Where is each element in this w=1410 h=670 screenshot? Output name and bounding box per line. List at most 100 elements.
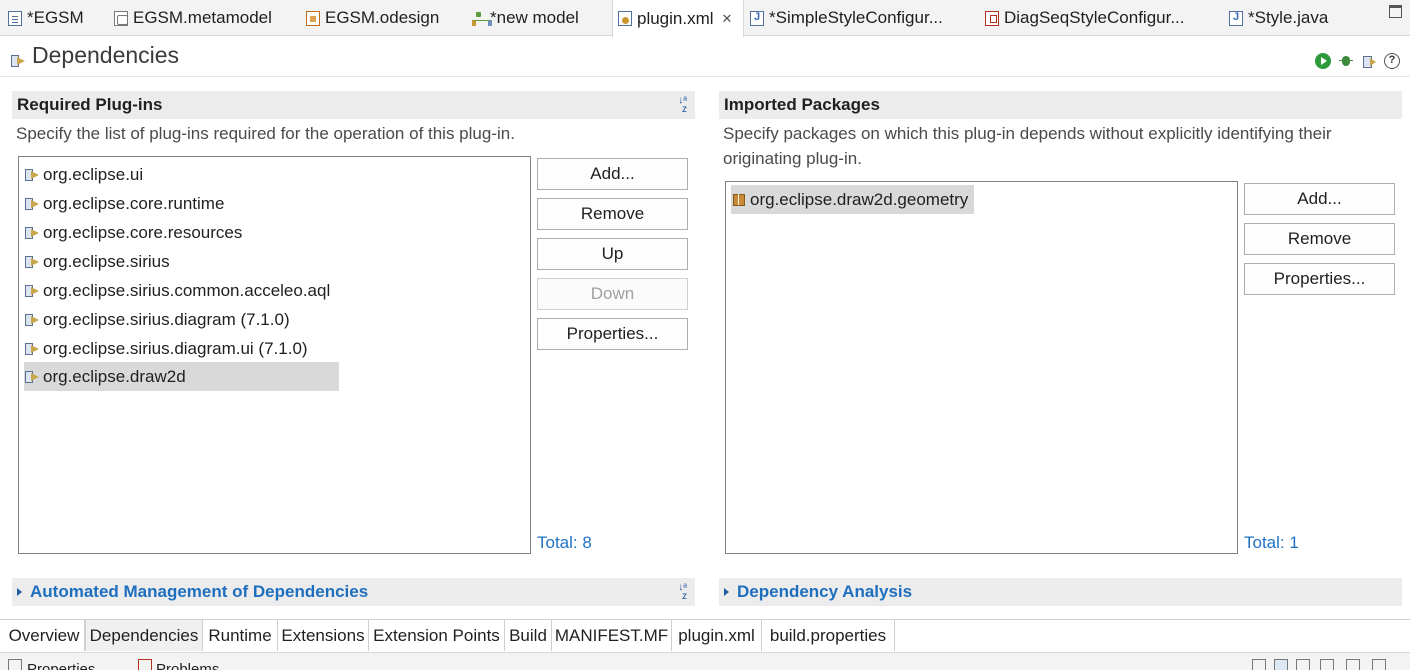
required-plugins-total: Total: 8 [537, 533, 592, 552]
list-item[interactable]: org.eclipse.core.runtime [24, 189, 230, 218]
plugin-icon [24, 167, 41, 182]
plugin-properties-button[interactable]: Properties... [537, 318, 688, 350]
filter-icon[interactable] [1296, 659, 1310, 670]
model-tree-icon [471, 11, 492, 26]
expand-twistie-icon[interactable] [724, 588, 729, 596]
editor-page-tabs: Overview Dependencies Runtime Extensions… [0, 619, 1410, 651]
add-package-button[interactable]: Add... [1244, 183, 1395, 215]
collapse-icon[interactable] [1320, 659, 1334, 670]
java-file-icon [1229, 10, 1243, 26]
tab-extension-points[interactable]: Extension Points [369, 620, 505, 651]
model-file-icon [8, 10, 22, 26]
tab-dependencies[interactable]: Dependencies [85, 620, 203, 651]
list-item-label: org.eclipse.draw2d [43, 366, 186, 386]
list-item-label: org.eclipse.sirius.common.acceleo.aql [43, 280, 331, 300]
sort-alphabetical-icon[interactable]: ↓ᵃ z [676, 583, 687, 602]
maximize-icon[interactable] [1389, 5, 1402, 18]
automated-management-title[interactable]: Automated Management of Dependencies [30, 582, 368, 602]
package-icon [731, 192, 748, 207]
outline-toggle-icon[interactable] [1274, 659, 1288, 670]
list-item-label: org.eclipse.core.runtime [43, 193, 225, 213]
list-item[interactable]: org.eclipse.sirius.diagram (7.1.0) [24, 305, 296, 334]
plugin-icon [24, 254, 41, 269]
editor-tab-egsm-metamodel[interactable]: EGSM.metamodel [114, 0, 272, 36]
move-down-button[interactable]: Down [537, 278, 688, 310]
list-item-selected[interactable]: org.eclipse.draw2d [24, 362, 339, 391]
editor-tab-new-model[interactable]: *new model [471, 0, 579, 36]
plugin-icon [24, 369, 41, 384]
move-up-button[interactable]: Up [537, 238, 688, 270]
list-item[interactable]: org.eclipse.sirius.diagram.ui (7.1.0) [24, 334, 314, 363]
view-tab-problems[interactable]: Problems [156, 661, 219, 670]
run-icon[interactable] [1315, 53, 1331, 69]
automated-management-section[interactable]: Automated Management of Dependencies ↓ᵃ … [12, 578, 695, 606]
imported-packages-total: Total: 1 [1244, 533, 1299, 552]
tab-extensions[interactable]: Extensions [278, 620, 369, 651]
tab-build[interactable]: Build [505, 620, 552, 651]
remove-plugin-button[interactable]: Remove [537, 198, 688, 230]
sort-alphabetical-icon[interactable]: ↓ᵃ z [676, 96, 687, 115]
export-icon[interactable] [1361, 53, 1377, 69]
add-plugin-button[interactable]: Add... [537, 158, 688, 190]
editor-tab-egsm-odesign[interactable]: EGSM.odesign [306, 0, 439, 36]
header-toolbar: ? [1315, 53, 1400, 69]
imported-packages-list[interactable]: org.eclipse.draw2d.geometry [725, 181, 1238, 554]
required-plugins-description: Specify the list of plug-ins required fo… [16, 124, 515, 143]
list-item[interactable]: org.eclipse.sirius [24, 247, 176, 276]
dependency-analysis-title[interactable]: Dependency Analysis [737, 582, 912, 602]
editor-tab-label: EGSM.metamodel [133, 8, 272, 27]
tab-build-properties[interactable]: build.properties [762, 620, 895, 651]
tab-manifest-mf[interactable]: MANIFEST.MF [552, 620, 672, 651]
list-item[interactable]: org.eclipse.ui [24, 160, 149, 189]
editor-tab-plugin-xml[interactable]: plugin.xml ✕ [612, 0, 744, 37]
plugin-icon [24, 341, 41, 356]
list-item-label: org.eclipse.sirius.diagram (7.1.0) [43, 309, 290, 329]
help-icon[interactable]: ? [1384, 53, 1400, 69]
editor-tab-simple-style-configur[interactable]: *SimpleStyleConfigur... [750, 0, 943, 36]
required-plugins-section-header: Required Plug-ins ↓ᵃ z [12, 91, 695, 119]
list-item[interactable]: org.eclipse.sirius.common.acceleo.aql [24, 276, 336, 305]
editor-tab-label: *new model [490, 8, 579, 27]
tab-plugin-xml[interactable]: plugin.xml [672, 620, 762, 651]
plugin-icon [24, 283, 41, 298]
metamodel-file-icon [114, 10, 128, 26]
dependency-analysis-section[interactable]: Dependency Analysis [719, 578, 1402, 606]
java-error-file-icon [985, 10, 999, 26]
bottom-view-strip: Properties Problems [0, 652, 1410, 670]
editor-tab-label: plugin.xml [637, 8, 714, 28]
list-item-label: org.eclipse.ui [43, 164, 144, 184]
plugin-icon [24, 225, 41, 240]
list-item-label: org.eclipse.sirius [43, 251, 170, 271]
editor-tab-label: DiagSeqStyleConfigur... [1004, 8, 1185, 27]
editor-tab-label: *EGSM [27, 8, 84, 27]
list-item[interactable]: org.eclipse.core.resources [24, 218, 248, 247]
editor-tab-label: *SimpleStyleConfigur... [769, 8, 943, 27]
java-file-icon [750, 10, 764, 26]
description-line: originating plug-in. [723, 149, 862, 168]
tab-overview[interactable]: Overview [4, 620, 85, 651]
imported-packages-title: Imported Packages [724, 95, 880, 114]
view-tab-properties[interactable]: Properties [27, 661, 95, 670]
plugin-icon [24, 196, 41, 211]
remove-package-button[interactable]: Remove [1244, 223, 1395, 255]
list-item-label: org.eclipse.draw2d.geometry [750, 189, 969, 209]
tab-runtime[interactable]: Runtime [203, 620, 278, 651]
minimize-icon[interactable] [1346, 659, 1360, 670]
package-properties-button[interactable]: Properties... [1244, 263, 1395, 295]
page-title: Dependencies [32, 42, 180, 68]
view-menu-icon[interactable] [1252, 659, 1266, 670]
editor-tab-label: *Style.java [1248, 8, 1329, 27]
debug-icon[interactable] [1338, 53, 1354, 69]
editor-tab-egsm[interactable]: *EGSM [8, 0, 84, 36]
required-plugins-title: Required Plug-ins [17, 95, 163, 114]
maximize-view-icon[interactable] [1372, 659, 1386, 670]
list-item-selected[interactable]: org.eclipse.draw2d.geometry [731, 185, 975, 214]
editor-tab-diag-seq-style-configur[interactable]: DiagSeqStyleConfigur... [985, 0, 1185, 36]
editor-tab-style-java[interactable]: *Style.java [1229, 0, 1328, 36]
problems-view-icon [138, 659, 152, 670]
expand-twistie-icon[interactable] [17, 588, 22, 596]
editor-tab-label: EGSM.odesign [325, 8, 440, 27]
close-icon[interactable]: ✕ [722, 11, 733, 27]
form-header: Dependencies ? [0, 37, 1410, 77]
required-plugins-list[interactable]: org.eclipse.ui org.eclipse.core.runtime … [18, 156, 531, 554]
